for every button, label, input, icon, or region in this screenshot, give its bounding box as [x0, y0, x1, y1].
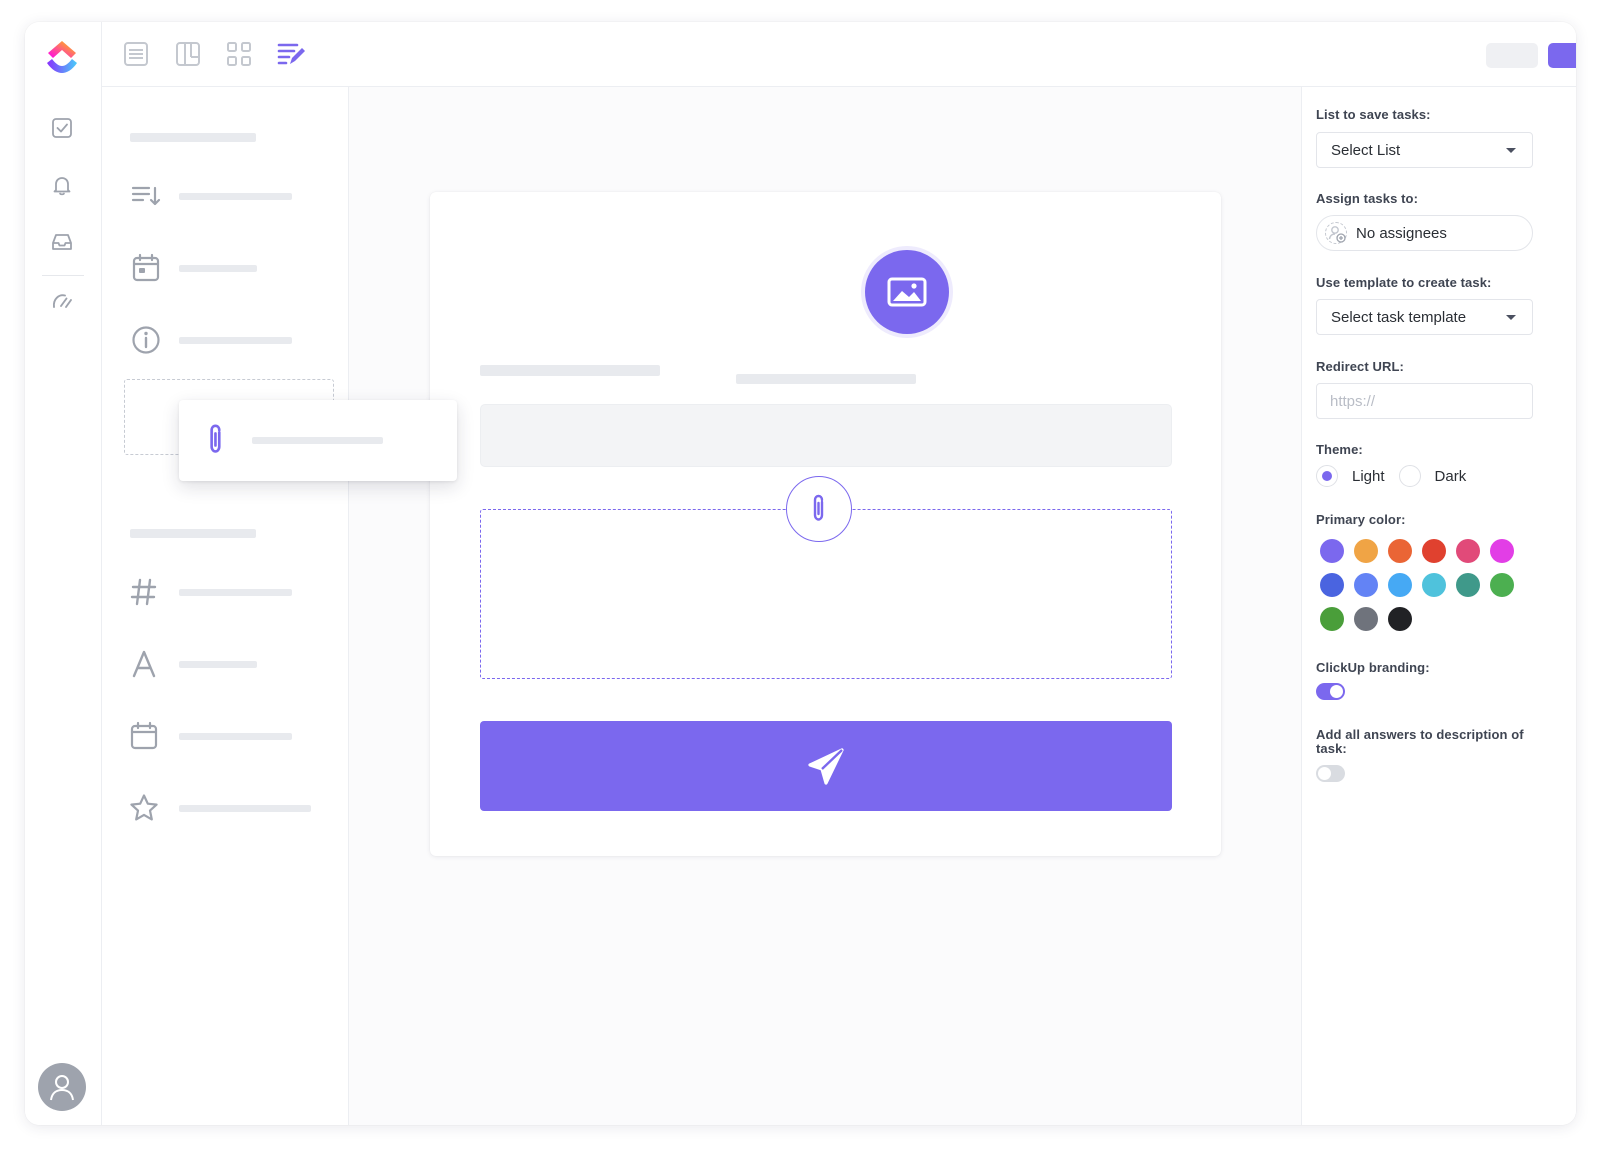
theme-dark-radio[interactable]	[1398, 465, 1421, 487]
color-swatch[interactable]	[1354, 539, 1378, 563]
add-assignee-icon	[1325, 222, 1347, 244]
palette-field-label	[179, 589, 292, 596]
assignee-picker[interactable]: No assignees	[1316, 215, 1533, 251]
chevron-down-icon	[1506, 147, 1516, 153]
user-icon	[50, 1075, 74, 1101]
form-cover-image[interactable]	[865, 250, 949, 334]
paperclip-icon	[210, 424, 221, 453]
toggle-knob	[1318, 767, 1331, 780]
color-swatch[interactable]	[1320, 607, 1344, 631]
color-swatch[interactable]	[1388, 607, 1412, 631]
color-swatch[interactable]	[1490, 573, 1514, 597]
palette-field-label	[179, 337, 292, 344]
chevron-down-icon	[1506, 314, 1516, 320]
theme-light-radio[interactable]	[1316, 465, 1338, 487]
info-icon[interactable]	[130, 324, 162, 356]
field-label-placeholder	[480, 365, 660, 376]
grid-view-icon[interactable]	[225, 40, 253, 68]
primary-action-button[interactable]	[1548, 43, 1576, 68]
branding-label: ClickUp branding:	[1316, 660, 1430, 675]
star-rating-icon[interactable]	[128, 792, 160, 824]
color-swatch[interactable]	[1490, 539, 1514, 563]
select-list-value: Select List	[1331, 141, 1401, 159]
theme-radio-group: Light Dark	[1316, 465, 1466, 487]
redirect-url-label: Redirect URL:	[1316, 359, 1404, 374]
top-bar	[102, 22, 1576, 87]
send-paper-plane-icon	[808, 748, 844, 785]
redirect-url-placeholder: https://	[1330, 392, 1376, 410]
board-view-icon[interactable]	[174, 40, 202, 68]
palette-field-label	[179, 661, 257, 668]
form-view-icon[interactable]	[277, 40, 305, 68]
color-swatch-grid	[1320, 539, 1530, 631]
assign-tasks-label: Assign tasks to:	[1316, 191, 1419, 206]
bell-icon[interactable]	[49, 172, 75, 198]
sort-dropdown-icon[interactable]	[130, 180, 162, 212]
toggle-knob	[1330, 685, 1343, 698]
radio-selected-dot	[1322, 471, 1332, 481]
branding-toggle[interactable]	[1316, 683, 1345, 700]
app-window: List to save tasks: Select List Assign t…	[25, 22, 1576, 1125]
tasks-check-icon[interactable]	[49, 115, 75, 141]
theme-label: Theme:	[1316, 442, 1363, 457]
color-swatch[interactable]	[1388, 539, 1412, 563]
palette-field-label	[179, 265, 257, 272]
color-swatch[interactable]	[1456, 539, 1480, 563]
user-avatar[interactable]	[38, 1063, 86, 1111]
form-title-placeholder	[736, 374, 916, 384]
field-palette	[102, 87, 349, 1125]
text-input-field[interactable]	[480, 404, 1172, 467]
dashboard-gauge-icon[interactable]	[49, 288, 75, 314]
template-label: Use template to create task:	[1316, 275, 1492, 290]
share-button[interactable]	[1486, 43, 1538, 68]
image-icon	[887, 277, 927, 307]
answers-description-label: Add all answers to description of task:	[1316, 727, 1524, 756]
text-field-icon[interactable]	[128, 648, 160, 680]
color-swatch[interactable]	[1422, 573, 1446, 597]
select-template-dropdown[interactable]: Select task template	[1316, 299, 1533, 335]
palette-field-label	[179, 805, 311, 812]
redirect-url-input[interactable]: https://	[1316, 383, 1533, 419]
calendar-icon[interactable]	[130, 252, 162, 284]
select-list-dropdown[interactable]: Select List	[1316, 132, 1533, 168]
theme-dark-label[interactable]: Dark	[1435, 468, 1467, 485]
color-swatch[interactable]	[1388, 573, 1412, 597]
color-swatch[interactable]	[1354, 607, 1378, 631]
palette-field-label	[179, 193, 292, 200]
color-swatch[interactable]	[1320, 539, 1344, 563]
form-canvas	[349, 87, 1301, 1125]
theme-light-label[interactable]: Light	[1352, 468, 1385, 485]
attachment-badge	[786, 476, 852, 542]
date-field-icon[interactable]	[128, 720, 160, 752]
color-swatch[interactable]	[1320, 573, 1344, 597]
left-rail	[25, 22, 102, 1125]
hashtag-number-icon[interactable]	[128, 576, 160, 608]
paperclip-icon	[813, 494, 824, 521]
primary-color-label: Primary color:	[1316, 512, 1406, 527]
answers-description-toggle[interactable]	[1316, 765, 1345, 782]
dragged-field-label	[252, 437, 383, 444]
palette-section-heading	[130, 529, 256, 538]
select-template-value: Select task template	[1331, 308, 1467, 326]
form-settings-panel: List to save tasks: Select List Assign t…	[1301, 87, 1576, 1125]
dragged-attachment-field[interactable]	[179, 400, 457, 481]
list-to-save-label: List to save tasks:	[1316, 107, 1431, 122]
list-view-icon[interactable]	[122, 40, 150, 68]
rail-divider	[42, 275, 84, 276]
assignee-value: No assignees	[1356, 224, 1447, 242]
form-preview-card	[430, 192, 1221, 856]
palette-field-label	[179, 733, 292, 740]
inbox-icon[interactable]	[49, 229, 75, 255]
clickup-logo[interactable]	[43, 36, 81, 78]
color-swatch[interactable]	[1354, 573, 1378, 597]
color-swatch[interactable]	[1456, 573, 1480, 597]
color-swatch[interactable]	[1422, 539, 1446, 563]
palette-section-heading	[130, 133, 256, 142]
submit-button[interactable]	[480, 721, 1172, 811]
